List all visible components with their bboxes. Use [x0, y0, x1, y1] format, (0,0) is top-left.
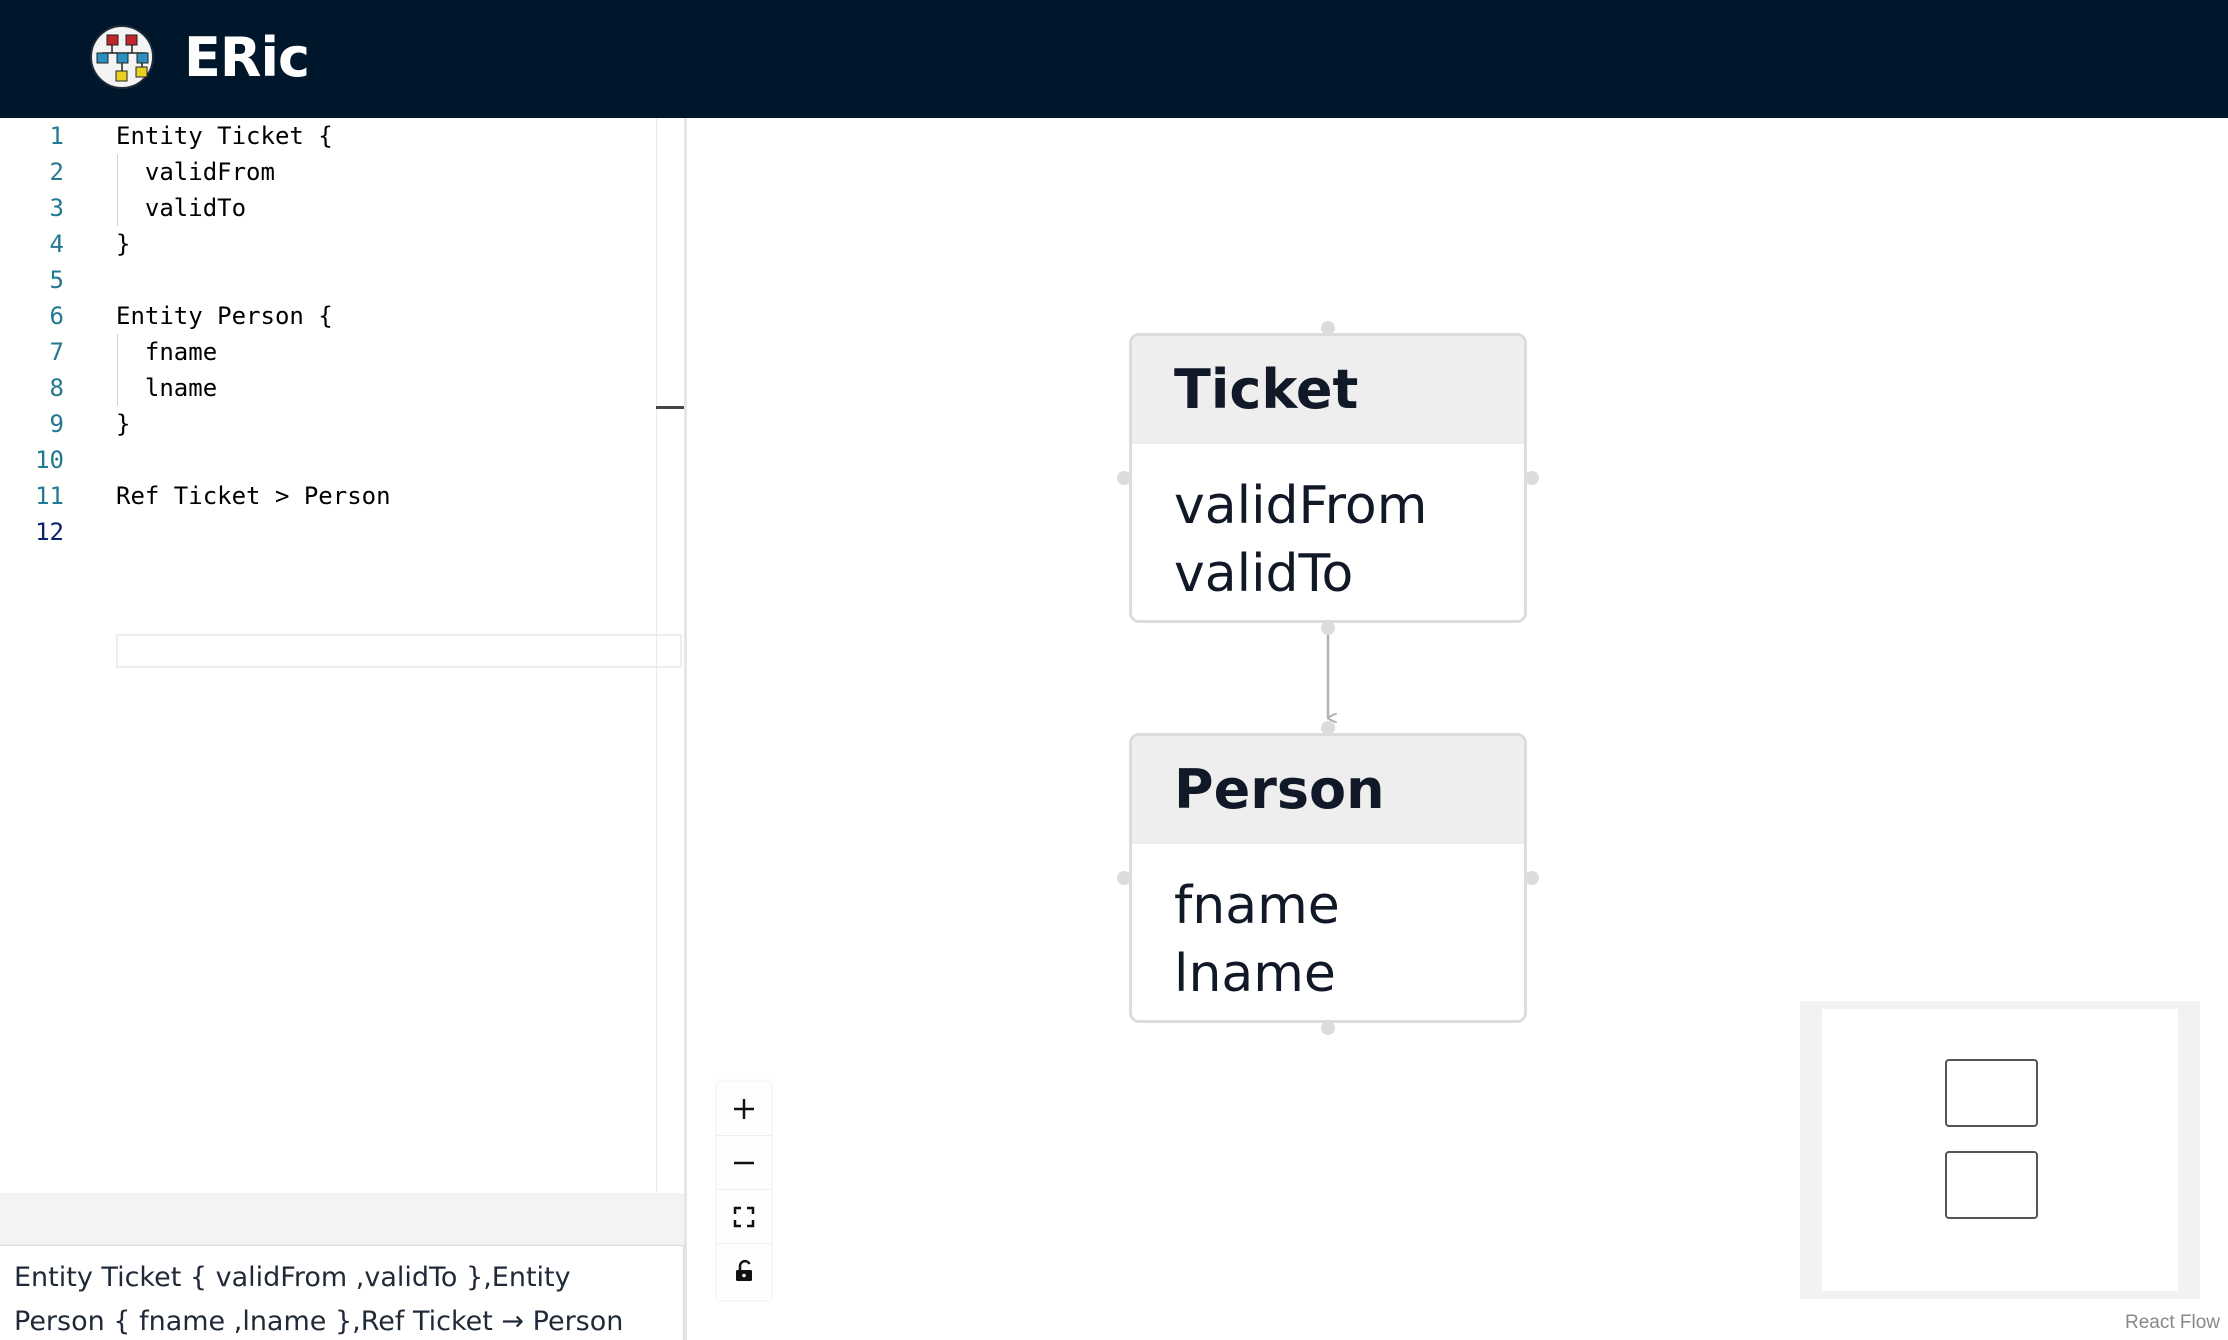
- node-handle-right[interactable]: [1525, 871, 1539, 885]
- line-code[interactable]: Ref Ticket > Person: [116, 478, 391, 514]
- entity-header: Person: [1132, 736, 1524, 844]
- entity-field: validFrom: [1174, 476, 1428, 536]
- code-editor[interactable]: 1 Entity Ticket {2 validFrom 3 validTo 4} 5 6…: [0, 118, 686, 1193]
- er-diagram-logo-icon: [90, 25, 154, 89]
- editor-line[interactable]: 2 validFrom: [0, 154, 686, 190]
- editor-line[interactable]: 4}: [0, 226, 686, 262]
- fit-view-button[interactable]: [717, 1190, 771, 1244]
- current-line-highlight: [116, 634, 682, 668]
- entity-title: Person: [1174, 758, 1385, 821]
- plus-icon: [734, 1099, 754, 1119]
- line-number: 11: [35, 482, 64, 510]
- line-number: 4: [49, 230, 64, 258]
- parsed-output: Entity Ticket { validFrom ,validTo },Ent…: [0, 1245, 684, 1340]
- node-handle-left[interactable]: [1117, 871, 1131, 885]
- overview-ruler-mark: [656, 406, 684, 409]
- editor-line[interactable]: 5: [0, 262, 686, 298]
- entity-header: Ticket: [1132, 336, 1524, 444]
- line-number: 10: [35, 446, 64, 474]
- line-number: 6: [49, 302, 64, 330]
- entity-field: fname: [1174, 876, 1340, 936]
- minimap-node: [1945, 1059, 2038, 1127]
- minimap[interactable]: [1800, 1001, 2200, 1299]
- entity-field: lname: [1174, 944, 1336, 1004]
- output-panel-bar: [0, 1193, 684, 1245]
- node-handle-right[interactable]: [1525, 471, 1539, 485]
- editor-line[interactable]: 10: [0, 442, 686, 478]
- editor-line[interactable]: 3 validTo: [0, 190, 686, 226]
- zoom-out-button[interactable]: [717, 1136, 771, 1190]
- editor-line[interactable]: 1 Entity Ticket {: [0, 118, 686, 154]
- editor-scrollbar[interactable]: [656, 118, 657, 1193]
- editor-line[interactable]: 11 Ref Ticket > Person: [0, 478, 686, 514]
- node-handle-left[interactable]: [1117, 471, 1131, 485]
- editor-line[interactable]: 7 fname: [0, 334, 686, 370]
- react-flow-attribution[interactable]: React Flow: [2125, 1312, 2220, 1334]
- minus-icon: [734, 1161, 754, 1165]
- line-code[interactable]: Entity Person {: [116, 298, 333, 334]
- entity-field: validTo: [1174, 544, 1354, 604]
- line-code[interactable]: validTo: [116, 190, 246, 226]
- line-code[interactable]: Entity Ticket {: [116, 118, 333, 154]
- node-handle-bottom[interactable]: [1321, 1021, 1335, 1035]
- line-number: 7: [49, 338, 64, 366]
- line-code[interactable]: }: [116, 226, 130, 262]
- line-code[interactable]: lname: [116, 370, 217, 406]
- editor-line[interactable]: 9}: [0, 406, 686, 442]
- minimap-node: [1945, 1151, 2038, 1219]
- line-number: 8: [49, 374, 64, 402]
- line-number: 3: [49, 194, 64, 222]
- line-code[interactable]: }: [116, 406, 130, 442]
- line-number: 5: [49, 266, 64, 294]
- line-code[interactable]: validFrom: [116, 154, 275, 190]
- node-handle-bottom[interactable]: [1321, 621, 1335, 635]
- line-code[interactable]: fname: [116, 334, 217, 370]
- node-handle-top[interactable]: [1321, 321, 1335, 335]
- editor-line[interactable]: 12: [0, 514, 686, 550]
- node-handle-top[interactable]: [1321, 721, 1335, 735]
- line-number: 1: [49, 122, 64, 150]
- line-number: 2: [49, 158, 64, 186]
- editor-line[interactable]: 6 Entity Person {: [0, 298, 686, 334]
- unlock-icon: [736, 1259, 752, 1281]
- lock-toggle-button[interactable]: [717, 1244, 771, 1298]
- app-header: ERic: [0, 0, 2228, 118]
- fit-view-icon: [733, 1206, 755, 1228]
- entity-title: Ticket: [1174, 358, 1359, 421]
- flow-controls: [717, 1082, 771, 1300]
- editor-line[interactable]: 8 lname: [0, 370, 686, 406]
- zoom-in-button[interactable]: [717, 1082, 771, 1136]
- minimap-viewport[interactable]: [1822, 1009, 2178, 1291]
- line-number: 9: [49, 410, 64, 438]
- line-number: 12: [35, 518, 64, 546]
- app-title: ERic: [184, 26, 310, 89]
- entity-node-person[interactable]: Person fname lname: [1129, 733, 1527, 1023]
- entity-node-ticket[interactable]: Ticket validFrom validTo: [1129, 333, 1527, 623]
